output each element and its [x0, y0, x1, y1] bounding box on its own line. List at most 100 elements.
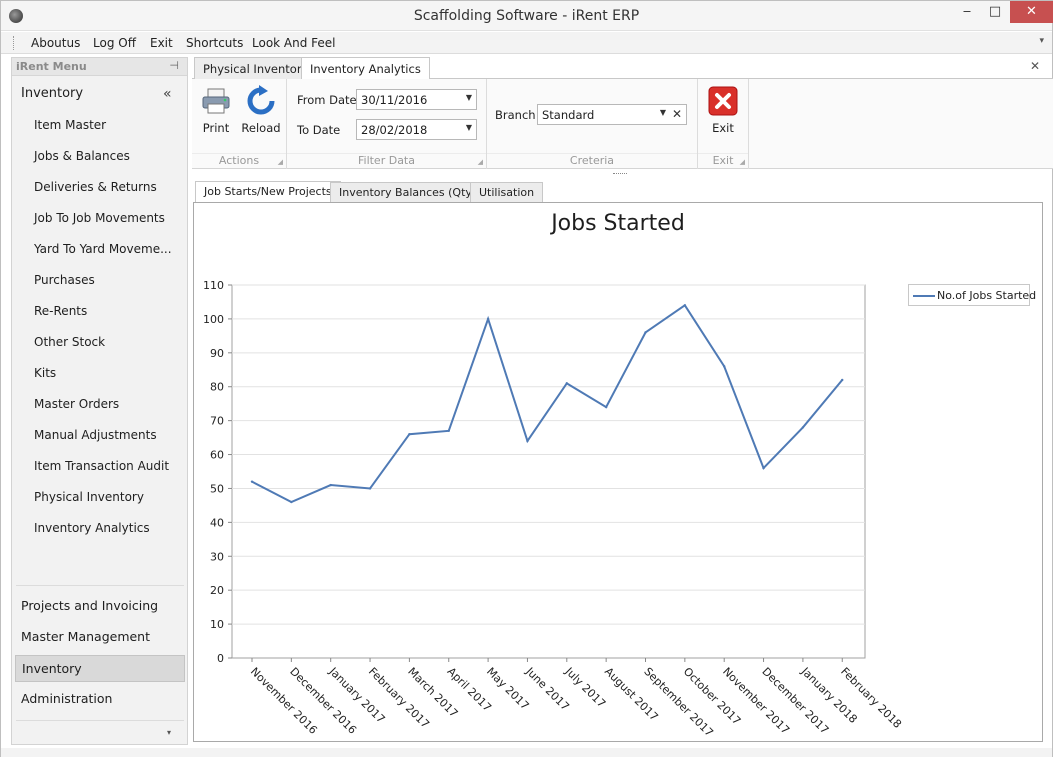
clear-icon[interactable]: ✕ — [672, 107, 682, 121]
ribbon-group-actions: Print Reload Actions ◢ — [192, 79, 287, 169]
x-tick-label: September 2017 — [641, 665, 715, 739]
tab-physical-inventory[interactable]: Physical Inventory — [194, 57, 318, 79]
tab-inventory-analytics[interactable]: Inventory Analytics — [301, 57, 430, 80]
menu-aboutus[interactable]: Aboutus — [31, 36, 80, 50]
sidebar-item-purchases[interactable]: Purchases — [34, 273, 95, 287]
title-bar: Scaffolding Software - iRent ERP ‒ □ ✕ — [1, 1, 1053, 31]
exit-button[interactable]: Exit — [701, 85, 745, 135]
sidebar-item-inventory-analytics[interactable]: Inventory Analytics — [34, 521, 150, 535]
y-tick-label: 40 — [210, 516, 224, 529]
data-point — [329, 483, 332, 487]
data-point — [526, 439, 529, 443]
group-options-icon[interactable]: ◢ — [478, 158, 483, 166]
from-date-label: From Date — [297, 93, 357, 107]
tab-inventory-balances[interactable]: Inventory Balances (Qty) — [330, 182, 486, 203]
menu-exit[interactable]: Exit — [150, 36, 173, 50]
legend-swatch — [913, 295, 935, 297]
sidebar-item-item-transaction-audit[interactable]: Item Transaction Audit — [34, 459, 169, 473]
x-tick-label: December 2017 — [759, 665, 831, 737]
to-date-field[interactable]: 28/02/2018 ▼ — [356, 119, 477, 140]
data-point — [801, 426, 805, 429]
reload-label: Reload — [241, 121, 281, 135]
y-tick-label: 90 — [210, 347, 224, 360]
side-group-inventory-active[interactable]: Inventory — [15, 655, 185, 682]
sidebar-item-item-master[interactable]: Item Master — [34, 118, 106, 132]
side-group-projects-invoicing[interactable]: Projects and Invoicing — [15, 593, 185, 620]
side-menu-title: iRent Menu — [16, 60, 87, 73]
reload-icon — [247, 85, 275, 115]
print-button[interactable]: Print — [194, 85, 238, 135]
window-footer — [1, 748, 1052, 757]
side-menu: iRent Menu ⊣ Inventory « Item Master Job… — [11, 57, 188, 745]
tab-utilisation[interactable]: Utilisation — [470, 182, 544, 203]
to-date-dropdown-icon[interactable]: ▼ — [466, 123, 472, 132]
side-separator-bottom — [16, 720, 184, 721]
sidebar-item-master-orders[interactable]: Master Orders — [34, 397, 119, 411]
legend-label: No.of Jobs Started — [937, 289, 1037, 302]
x-tick-label: November 2016 — [248, 665, 320, 737]
sidebar-item-physical-inventory[interactable]: Physical Inventory — [34, 490, 144, 504]
chart-legend: No.of Jobs Started — [908, 284, 1036, 306]
print-label: Print — [202, 121, 230, 135]
plot-area — [231, 284, 866, 659]
sidebar-item-kits[interactable]: Kits — [34, 366, 56, 380]
sidebar-item-jobs-balances[interactable]: Jobs & Balances — [34, 149, 130, 163]
side-group-inventory[interactable]: Inventory — [21, 86, 83, 101]
group-options-icon[interactable]: ◢ — [278, 158, 283, 166]
side-separator — [16, 585, 184, 586]
sidebar-item-job-to-job[interactable]: Job To Job Movements — [34, 211, 165, 225]
sidebar-item-re-rents[interactable]: Re-Rents — [34, 304, 87, 318]
sidebar-item-yard-to-yard[interactable]: Yard To Yard Moveme... — [34, 242, 172, 256]
collapse-icon[interactable]: « — [163, 86, 172, 102]
sidebar-item-manual-adjustments[interactable]: Manual Adjustments — [34, 428, 157, 442]
reload-button[interactable]: Reload — [239, 85, 283, 135]
menu-log-off[interactable]: Log Off — [93, 36, 136, 50]
ribbon-group-exit: Exit Exit ◢ — [698, 79, 749, 169]
minimize-button[interactable]: ‒ — [956, 1, 978, 23]
menu-grip-icon[interactable] — [13, 36, 16, 50]
app-window: Scaffolding Software - iRent ERP ‒ □ ✕ A… — [0, 0, 1053, 757]
y-tick-label: 110 — [203, 279, 224, 292]
data-point — [762, 466, 765, 470]
from-date-dropdown-icon[interactable]: ▼ — [466, 93, 472, 102]
chart-panel: Jobs Started 0 10 20 30 40 50 60 70 80 90 100 110 No… — [193, 202, 1043, 742]
sidebar-item-other-stock[interactable]: Other Stock — [34, 335, 105, 349]
branch-dropdown-icon[interactable]: ▼ — [660, 108, 666, 117]
sidebar-item-deliveries-returns[interactable]: Deliveries & Returns — [34, 180, 157, 194]
printer-icon — [202, 88, 230, 114]
data-point — [368, 487, 372, 490]
branch-label: Branch — [495, 108, 536, 122]
from-date-field[interactable]: 30/11/2016 ▼ — [356, 89, 477, 110]
group-options-icon[interactable]: ◢ — [740, 158, 745, 166]
branch-value: Standard — [542, 108, 595, 122]
branch-select[interactable]: Standard ▼ ✕ — [537, 104, 687, 125]
side-menu-header: iRent Menu ⊣ — [12, 58, 187, 76]
side-group-administration[interactable]: Administration — [15, 686, 185, 713]
splitter-grip[interactable] — [613, 173, 627, 176]
menu-look-and-feel[interactable]: Look And Feel — [252, 36, 336, 50]
menu-shortcuts[interactable]: Shortcuts — [186, 36, 243, 50]
close-window-button[interactable]: ✕ — [1010, 1, 1053, 23]
chevron-down-icon[interactable]: ▾ — [167, 728, 171, 737]
x-tick-label: December 2016 — [287, 665, 359, 737]
to-date-label: To Date — [297, 123, 341, 137]
data-point — [447, 429, 450, 433]
y-tick-label: 50 — [210, 482, 224, 495]
from-date-value: 30/11/2016 — [361, 93, 428, 107]
side-group-master-management[interactable]: Master Management — [15, 624, 185, 651]
close-tab-icon[interactable]: ✕ — [1030, 59, 1040, 73]
data-point — [644, 331, 647, 334]
menu-overflow-icon[interactable]: ▾ — [1039, 36, 1044, 46]
document-tabs: Physical Inventory Inventory Analytics ✕ — [192, 55, 1053, 80]
y-tick-label: 100 — [203, 313, 224, 326]
analytics-tabs: Job Starts/New Projects Inventory Balanc… — [193, 181, 1043, 203]
tab-job-starts[interactable]: Job Starts/New Projects — [195, 181, 341, 203]
maximize-button[interactable]: □ — [983, 1, 1007, 23]
y-tick-label: 0 — [217, 652, 224, 665]
pin-icon[interactable]: ⊣ — [169, 59, 179, 72]
data-point — [565, 382, 568, 385]
menu-bar: Aboutus Log Off Exit Shortcuts Look And … — [1, 32, 1052, 54]
y-tick-label: 10 — [210, 618, 224, 631]
data-point — [723, 365, 726, 368]
ribbon-group-label-filter: Filter Data — [287, 153, 486, 167]
